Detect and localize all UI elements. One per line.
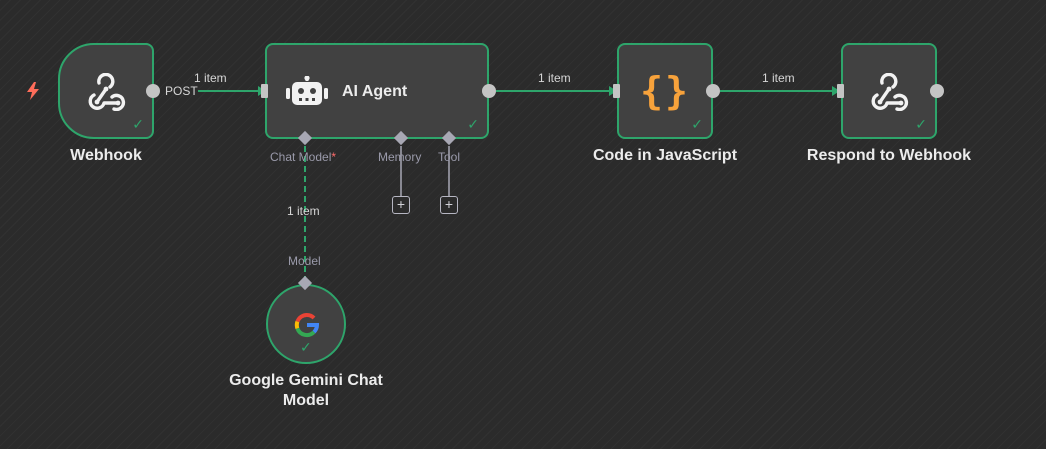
respond-webhook-node[interactable]: ✓ <box>841 43 937 139</box>
lightning-bolt-icon <box>27 82 39 100</box>
webhook-method-label: POST <box>165 84 198 98</box>
success-check-icon: ✓ <box>300 339 312 355</box>
ai-agent-node[interactable]: AI Agent ✓ <box>265 43 489 139</box>
gemini-model-port-label: Model <box>288 254 321 268</box>
chat-model-port-label: Chat Model* <box>270 150 336 164</box>
gemini-chat-model-node[interactable]: ✓ <box>266 284 346 364</box>
connection-item-count: 1 item <box>762 71 795 85</box>
required-marker: * <box>331 150 337 164</box>
webhook-icon <box>871 73 909 111</box>
success-check-icon: ✓ <box>691 116 703 132</box>
success-check-icon: ✓ <box>467 116 479 132</box>
code-title[interactable]: Code in JavaScript <box>575 147 755 165</box>
gemini-title-line1: Google Gemini Chat <box>229 372 383 389</box>
gemini-title[interactable]: Google Gemini Chat Model <box>206 371 406 411</box>
connection-item-count: 1 item <box>194 71 227 85</box>
success-check-icon: ✓ <box>915 116 927 132</box>
webhook-icon <box>88 73 126 111</box>
gemini-title-line2: Model <box>282 392 330 409</box>
google-g-icon <box>294 313 320 338</box>
chat-model-port-text: Chat Model <box>270 150 332 164</box>
respond-title[interactable]: Respond to Webhook <box>789 147 989 165</box>
add-memory-button[interactable]: + <box>392 196 410 214</box>
webhook-title[interactable]: Webhook <box>46 147 166 165</box>
ai-agent-output-handle[interactable] <box>482 84 496 98</box>
connection-item-count: 1 item <box>538 71 571 85</box>
code-input-handle[interactable] <box>613 84 620 98</box>
curly-braces-icon: {} <box>640 69 690 113</box>
memory-port-label: Memory <box>378 150 422 164</box>
code-node[interactable]: {} ✓ <box>617 43 713 139</box>
add-tool-button[interactable]: + <box>440 196 458 214</box>
connection-item-count: 1 item <box>287 204 320 218</box>
success-check-icon: ✓ <box>132 116 144 132</box>
ai-agent-input-handle[interactable] <box>261 84 268 98</box>
code-output-handle[interactable] <box>706 84 720 98</box>
respond-output-handle[interactable] <box>930 84 944 98</box>
tool-port-label: Tool <box>438 150 461 164</box>
webhook-output-handle[interactable] <box>146 84 160 98</box>
webhook-node[interactable]: ✓ <box>58 43 154 139</box>
ai-agent-title: AI Agent <box>342 83 408 100</box>
respond-input-handle[interactable] <box>837 84 844 98</box>
robot-icon <box>286 76 328 105</box>
